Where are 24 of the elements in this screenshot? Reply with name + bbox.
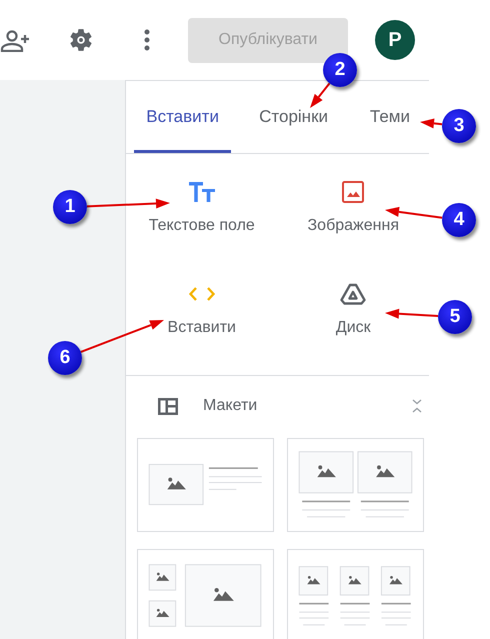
more-options-icon[interactable] [144, 29, 150, 51]
text-icon [188, 182, 215, 202]
insert-option[interactable]: Вставити [126, 270, 278, 371]
settings-icon[interactable] [68, 27, 94, 53]
section-title: Макети [203, 396, 258, 416]
add-person-icon[interactable] [0, 30, 32, 52]
image-icon [342, 181, 364, 203]
insert-option[interactable]: Диск [278, 270, 429, 371]
callout-arrow [385, 206, 442, 219]
callout-arrow [420, 118, 442, 128]
tab[interactable]: Теми [356, 81, 424, 153]
tab[interactable]: Вставити [134, 81, 232, 153]
callout-arrow [310, 82, 330, 108]
avatar[interactable]: P [375, 20, 415, 60]
callout-arrow [385, 308, 438, 319]
drive-icon [340, 282, 366, 304]
layout-icon [158, 398, 178, 414]
callout-number: 5 [438, 300, 472, 334]
insert-option[interactable]: Текстове поле [126, 168, 278, 270]
insert-option[interactable]: Зображення [278, 168, 429, 270]
callout-number: 4 [442, 203, 476, 237]
code-icon [188, 286, 215, 302]
callout-number: 3 [442, 109, 476, 143]
collapse-icon[interactable] [411, 398, 423, 414]
